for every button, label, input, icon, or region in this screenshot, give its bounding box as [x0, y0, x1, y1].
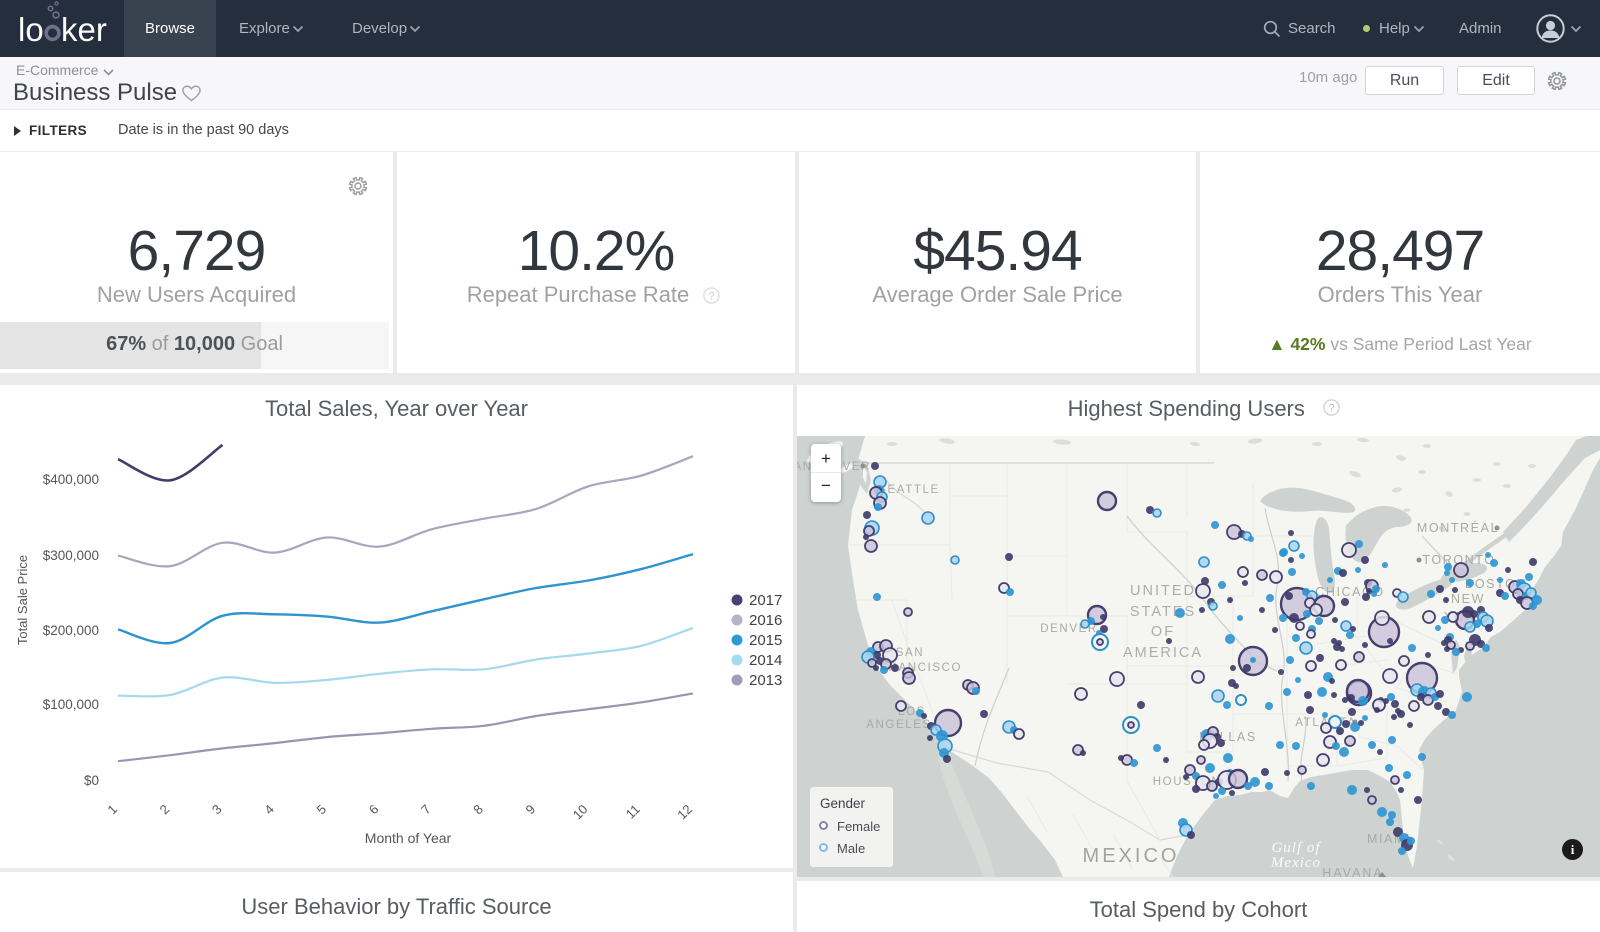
- svg-text:STATES: STATES: [1130, 604, 1196, 620]
- svg-text:$300,000: $300,000: [43, 548, 99, 563]
- svg-text:12: 12: [674, 802, 695, 823]
- svg-text:ker: ker: [61, 11, 107, 48]
- svg-text:?: ?: [1328, 403, 1334, 415]
- svg-text:lo: lo: [18, 11, 44, 48]
- svg-text:2016: 2016: [749, 612, 782, 629]
- svg-text:9: 9: [523, 802, 539, 818]
- svg-text:$100,000: $100,000: [43, 697, 99, 712]
- svg-text:2: 2: [157, 802, 173, 818]
- svg-text:6: 6: [366, 802, 382, 818]
- svg-text:3: 3: [209, 802, 225, 818]
- svg-text:UNITED: UNITED: [1130, 583, 1196, 599]
- svg-text:8: 8: [470, 802, 486, 818]
- svg-text:MONTRÉAL: MONTRÉAL: [1417, 520, 1499, 535]
- svg-text:OF: OF: [1151, 624, 1175, 640]
- svg-text:2015: 2015: [749, 632, 782, 649]
- svg-text:Month of Year: Month of Year: [365, 830, 452, 846]
- svg-text:?: ?: [708, 291, 714, 303]
- svg-text:Total Sale Price: Total Sale Price: [15, 555, 30, 645]
- svg-text:4: 4: [261, 802, 277, 818]
- svg-text:NEW: NEW: [1451, 592, 1485, 606]
- svg-text:SEATTLE: SEATTLE: [878, 484, 939, 496]
- svg-text:2014: 2014: [749, 652, 782, 669]
- svg-text:11: 11: [623, 802, 643, 822]
- svg-text:2017: 2017: [749, 592, 782, 609]
- svg-text:1: 1: [104, 802, 120, 818]
- svg-text:7: 7: [418, 802, 434, 818]
- svg-text:10: 10: [570, 802, 591, 823]
- svg-text:5: 5: [313, 802, 329, 818]
- svg-text:AMERICA: AMERICA: [1123, 645, 1203, 661]
- svg-text:SAN: SAN: [896, 647, 924, 659]
- svg-text:HAVANA: HAVANA: [1322, 866, 1384, 877]
- svg-text:$400,000: $400,000: [43, 472, 99, 487]
- svg-text:Mexico: Mexico: [1270, 855, 1321, 871]
- svg-text:2013: 2013: [749, 672, 782, 689]
- svg-text:ANGELES: ANGELES: [866, 719, 932, 731]
- svg-text:Gulf of: Gulf of: [1271, 840, 1321, 856]
- svg-text:$200,000: $200,000: [43, 623, 99, 638]
- svg-text:$0: $0: [84, 773, 99, 788]
- svg-text:MEXICO: MEXICO: [1083, 845, 1180, 867]
